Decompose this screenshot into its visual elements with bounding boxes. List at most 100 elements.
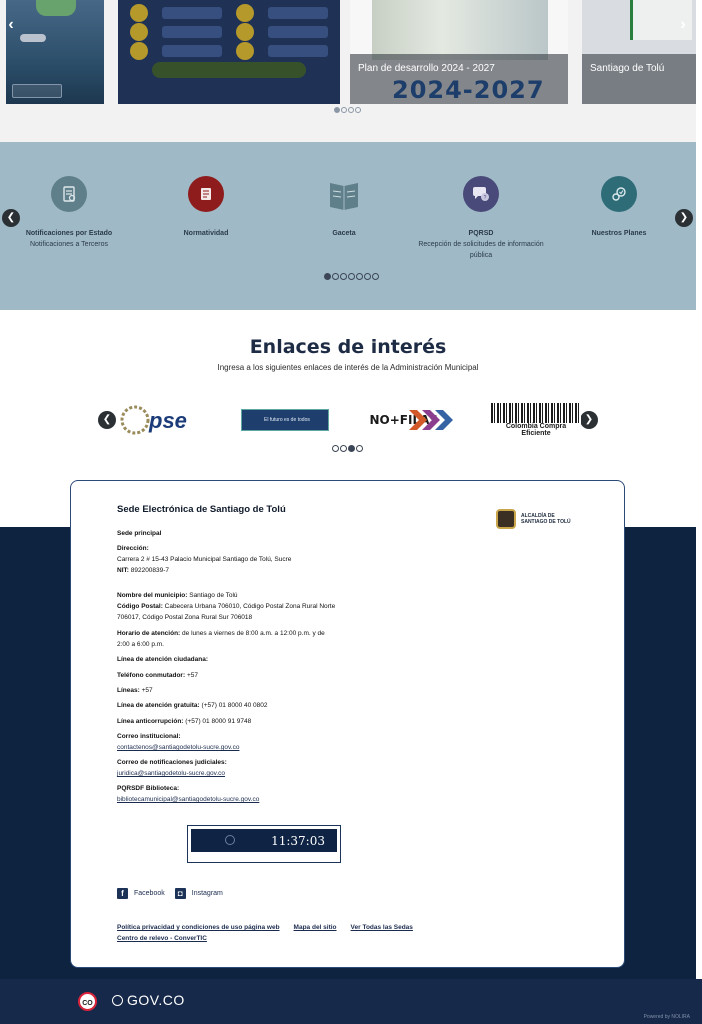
carousel-dot[interactable] bbox=[348, 445, 355, 452]
news-carousel-dots bbox=[334, 107, 361, 113]
pse-logo-link[interactable]: pse bbox=[118, 403, 202, 437]
chevron-right-icon[interactable]: ❯ bbox=[675, 209, 693, 227]
gov-logo-link[interactable]: El futuro es de todos bbox=[240, 403, 330, 437]
barcode-icon bbox=[491, 403, 581, 423]
svg-text:?: ? bbox=[484, 195, 487, 201]
service-title: PQRSD bbox=[468, 230, 494, 237]
correo-link[interactable]: contactenos@santiagodetolu-sucre.gov.co bbox=[117, 744, 239, 751]
sede-label: Sede principal bbox=[117, 530, 162, 537]
colombia-compra-logo-link[interactable]: Colombia Compra Eficiente bbox=[490, 403, 582, 437]
judicial-link[interactable]: juridica@santiagodetolu-sucre.gov.co bbox=[117, 770, 225, 777]
nofilas-logo-link[interactable]: NO+FILAS bbox=[368, 403, 454, 437]
service-gaceta[interactable]: Gaceta bbox=[278, 176, 410, 239]
futuro-logo: El futuro es de todos bbox=[241, 409, 329, 431]
correo-block: Correo institucional: contactenos@santia… bbox=[117, 733, 240, 751]
carousel-dot[interactable] bbox=[355, 107, 361, 113]
carousel-dot[interactable] bbox=[348, 107, 354, 113]
news-card-caption: Santiago de Tolú bbox=[582, 54, 696, 104]
nofilas-logo-text: NO+FILAS bbox=[369, 412, 439, 427]
regulations-book-icon bbox=[188, 176, 224, 212]
govco-logo[interactable]: GOV.CO bbox=[112, 992, 185, 1008]
service-title: Notificaciones por Estado bbox=[25, 230, 113, 237]
horario-block: Horario de atención: de lunes a viernes … bbox=[117, 630, 325, 648]
nofilas-logo: NO+FILAS bbox=[370, 410, 453, 430]
privacy-policy-link[interactable]: Política privacidad y condiciones de uso… bbox=[117, 924, 280, 931]
alcaldia-logo-text: ALCALDÍA DE SANTIAGO DE TOLÚ bbox=[521, 513, 571, 525]
facebook-link[interactable]: f Facebook bbox=[117, 888, 165, 899]
sitemap-link[interactable]: Mapa del sitio bbox=[294, 924, 337, 931]
enlaces-title: Enlaces de interés bbox=[249, 336, 447, 358]
address-block: Dirección: Carrera 2 # 15-43 Palacio Mun… bbox=[117, 545, 292, 574]
clock-widget: 11:37:03 bbox=[187, 825, 341, 863]
co-logo[interactable]: CO bbox=[78, 992, 97, 1011]
plans-gear-icon bbox=[601, 176, 637, 212]
pse-logo-text: pse bbox=[148, 408, 187, 433]
chevron-left-icon[interactable]: ❮ bbox=[98, 411, 116, 429]
service-nuestros-planes[interactable]: Nuestros Planes bbox=[553, 176, 685, 239]
colombia-compra-logo-text: Colombia Compra Eficiente bbox=[491, 423, 581, 437]
instagram-label: Instagram bbox=[191, 890, 223, 897]
all-sedes-link[interactable]: Ver Todas las Sedas bbox=[351, 924, 413, 931]
alcaldia-logo: ALCALDÍA DE SANTIAGO DE TOLÚ bbox=[496, 509, 571, 529]
instagram-icon: ◘ bbox=[174, 888, 186, 899]
service-title: Normatividad bbox=[183, 230, 229, 237]
page: Plan de desarrollo 2024 - 2027 2024-2027… bbox=[0, 0, 702, 1024]
biblioteca-link[interactable]: bibliotecamunicipal@santiagodetolu-sucre… bbox=[117, 796, 259, 803]
news-card[interactable] bbox=[6, 0, 104, 104]
carousel-dot[interactable] bbox=[372, 273, 379, 280]
service-subtitle: Notificaciones a Terceros bbox=[29, 241, 109, 248]
govco-label: GOV.CO bbox=[127, 992, 185, 1008]
carousel-dot[interactable] bbox=[332, 273, 339, 280]
news-card-overlay bbox=[6, 0, 104, 104]
service-title: Nuestros Planes bbox=[591, 230, 647, 237]
footer-title: Sede Electrónica de Santiago de Tolú bbox=[117, 504, 286, 515]
footer-links: Política privacidad y condiciones de uso… bbox=[117, 922, 427, 944]
chat-bubbles-icon: ? bbox=[463, 176, 499, 212]
carousel-dot[interactable] bbox=[364, 273, 371, 280]
gazette-book-icon bbox=[326, 176, 362, 212]
facebook-icon: f bbox=[117, 888, 128, 899]
govco-icon bbox=[112, 994, 123, 1006]
powered-by: Powered by NOLIRA bbox=[643, 1014, 690, 1020]
notification-document-icon bbox=[51, 176, 87, 212]
pse-logo: pse bbox=[120, 405, 187, 435]
coat-of-arms-icon bbox=[496, 509, 516, 529]
service-subtitle: Recepción de solicitudes de información … bbox=[418, 241, 544, 259]
news-card[interactable] bbox=[118, 0, 340, 104]
carousel-dot[interactable] bbox=[356, 445, 363, 452]
news-card-plan-desarrollo[interactable]: Plan de desarrollo 2024 - 2027 2024-2027 bbox=[350, 0, 568, 104]
facebook-label: Facebook bbox=[134, 890, 165, 897]
carousel-dot[interactable] bbox=[348, 273, 355, 280]
service-normatividad[interactable]: Normatividad bbox=[140, 176, 272, 239]
linea-gratuita: Línea de atención gratuita: (+57) 01 800… bbox=[117, 702, 268, 709]
service-pqrsd[interactable]: ? PQRSD Recepción de solicitudes de info… bbox=[415, 176, 547, 261]
carousel-dot[interactable] bbox=[340, 273, 347, 280]
municipio-block: Nombre del municipio: Santiago de Tolú C… bbox=[117, 592, 336, 621]
conmutador: Teléfono conmutador: +57 bbox=[117, 672, 198, 679]
convertic-link[interactable]: Centro de relevo - ConverTIC bbox=[117, 935, 207, 942]
service-title: Gaceta bbox=[332, 230, 356, 237]
service-notificaciones[interactable]: Notificaciones por Estado Notificaciones… bbox=[3, 176, 135, 250]
news-card-photo bbox=[372, 0, 548, 60]
footer-card: Sede Electrónica de Santiago de Tolú ALC… bbox=[70, 480, 625, 968]
services-carousel-dots bbox=[324, 273, 379, 280]
instagram-link[interactable]: ◘ Instagram bbox=[174, 888, 223, 899]
lineas: Líneas: +57 bbox=[117, 687, 153, 694]
chevron-left-icon[interactable]: ❮ bbox=[2, 209, 20, 227]
clock-time: 11:37:03 bbox=[271, 833, 325, 848]
carousel-dot[interactable] bbox=[341, 107, 347, 113]
carousel-dot[interactable] bbox=[340, 445, 347, 452]
carousel-dot[interactable] bbox=[356, 273, 363, 280]
footer-bottom-bar bbox=[0, 979, 702, 1024]
enlaces-subtitle: Ingresa a los siguientes enlaces de inte… bbox=[217, 363, 479, 372]
carousel-dot[interactable] bbox=[324, 273, 331, 280]
social-links: f Facebook ◘ Instagram bbox=[117, 888, 223, 899]
chevron-right-icon[interactable]: ❯ bbox=[580, 411, 598, 429]
carousel-dot[interactable] bbox=[332, 445, 339, 452]
services-carousel: Notificaciones por Estado Notificaciones… bbox=[0, 142, 696, 310]
judicial-block: Correo de notificaciones judiciales: jur… bbox=[117, 759, 227, 777]
chevron-left-icon[interactable]: ‹ bbox=[2, 16, 20, 34]
chevron-right-icon[interactable]: › bbox=[674, 16, 692, 34]
news-card-overlay bbox=[118, 0, 340, 104]
carousel-dot[interactable] bbox=[334, 107, 340, 113]
